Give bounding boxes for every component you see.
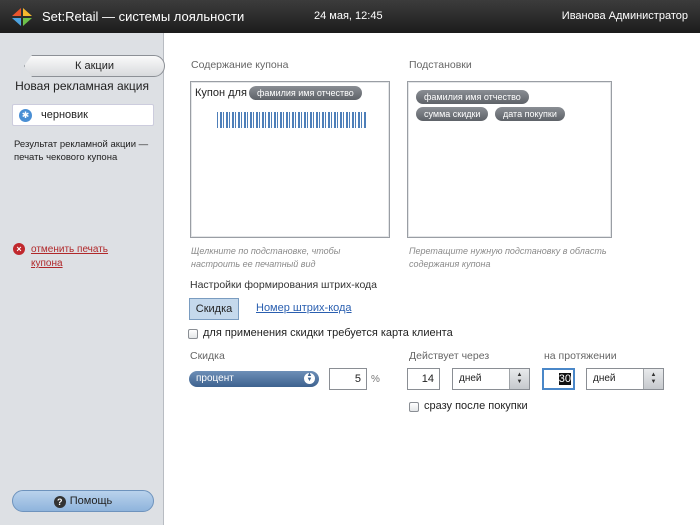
discount-unit: %	[371, 374, 380, 385]
immediate-checkbox[interactable]	[409, 402, 419, 412]
card-required-label: для применения скидки требуется карта кл…	[203, 327, 453, 339]
tab-discount[interactable]: Скидка	[189, 298, 239, 320]
app-title: Set:Retail — системы лояльности	[42, 9, 245, 24]
status-label: черновик	[41, 109, 88, 121]
discount-type-select[interactable]: процент ▲ ▼	[189, 371, 319, 387]
result-description: Результат рекламной акции — печать чеков…	[14, 139, 149, 163]
coupon-section-label: Содержание купона	[191, 59, 289, 71]
coupon-chip-fio[interactable]: фамилия имя отчество	[249, 86, 362, 100]
duration-label: на протяжении	[544, 350, 617, 362]
gear-icon: ✱	[19, 109, 32, 122]
valid-after-unit-select[interactable]: дней ▲ ▼	[452, 368, 530, 390]
valid-after-label: Действует через	[409, 350, 490, 362]
card-required-checkbox[interactable]	[188, 329, 198, 339]
cancel-coupon-link[interactable]: отменить печать купона	[31, 243, 141, 271]
app-logo-icon	[12, 8, 32, 26]
help-icon: ?	[53, 496, 66, 508]
immediate-label: сразу после покупки	[424, 400, 528, 412]
valid-after-input[interactable]: 14	[407, 368, 440, 390]
tab-barcode-number[interactable]: Номер штрих-кода	[256, 302, 352, 314]
duration-unit-value: дней	[593, 373, 616, 384]
spinner-icon[interactable]: ▲ ▼	[509, 369, 529, 389]
sidebar: К акции Новая рекламная акция ✱ черновик…	[0, 33, 165, 525]
substitutions-hint: Перетащите нужную подстановку в область …	[409, 246, 607, 269]
user-name[interactable]: Иванова Администратор	[562, 10, 688, 22]
discount-value-input[interactable]: 5	[329, 368, 367, 390]
discount-type-value: процент	[196, 373, 234, 384]
chevron-updown-icon: ▲ ▼	[304, 372, 315, 384]
substitution-chip-discount[interactable]: сумма скидки	[416, 107, 489, 121]
spinner-icon[interactable]: ▲ ▼	[643, 369, 663, 389]
duration-input[interactable]: 30	[542, 368, 575, 390]
substitution-chip-date[interactable]: дата покупки	[495, 107, 565, 121]
status-selector[interactable]: ✱ черновик	[12, 104, 154, 126]
barcode-image	[217, 112, 367, 128]
coupon-content-area[interactable]: Купон для фамилия имя отчество	[190, 81, 390, 238]
help-button[interactable]: ? Помощь	[12, 490, 154, 512]
coupon-text: Купон для	[195, 87, 247, 99]
promo-title: Новая рекламная акция	[15, 79, 149, 93]
cancel-icon[interactable]: ×	[13, 243, 25, 255]
top-bar: Set:Retail — системы лояльности 24 мая, …	[0, 0, 700, 33]
duration-unit-select[interactable]: дней ▲ ▼	[586, 368, 664, 390]
discount-label: Скидка	[190, 350, 225, 362]
substitution-chip-fio[interactable]: фамилия имя отчество	[416, 90, 529, 104]
help-button-label: Помощь	[69, 495, 113, 507]
barcode-section-label: Настройки формирования штрих-кода	[190, 279, 378, 291]
datetime: 24 мая, 12:45	[314, 10, 383, 22]
valid-after-unit-value: дней	[459, 373, 482, 384]
duration-value: 30	[558, 373, 571, 385]
back-button[interactable]: К акции	[12, 44, 165, 77]
back-button-label[interactable]: К акции	[24, 55, 165, 77]
substitutions-area: фамилия имя отчество сумма скидки дата п…	[407, 81, 612, 238]
coupon-hint: Щелкните по подстановке, чтобы настроить…	[191, 246, 341, 269]
substitutions-section-label: Подстановки	[409, 59, 472, 71]
